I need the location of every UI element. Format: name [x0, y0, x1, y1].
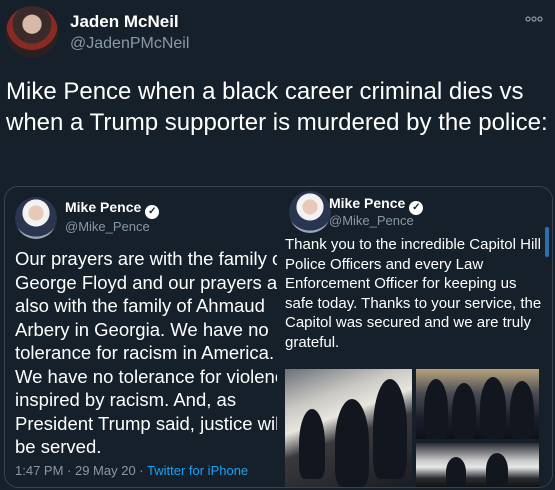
photo-figure: [510, 381, 534, 439]
photo-figure: [446, 457, 466, 487]
photo-figure: [373, 379, 407, 479]
tweet: Jaden McNeil @JadenPMcNeil Mike Pence wh…: [0, 0, 555, 490]
author-avatar[interactable]: [6, 6, 58, 58]
quoted-author-handle[interactable]: @Mike_Pence: [329, 213, 414, 228]
quoted-avatar[interactable]: [15, 197, 57, 239]
photo-figure: [424, 379, 448, 439]
quoted-tweet-card[interactable]: Mike Pence ✓ @Mike_Pence Our prayers are …: [4, 186, 553, 488]
more-icon[interactable]: [525, 10, 543, 28]
photo-figure: [486, 453, 508, 487]
photo-capitol-police[interactable]: [285, 369, 412, 487]
author-handle[interactable]: @JadenPMcNeil: [70, 35, 189, 53]
photo-figure: [335, 399, 369, 487]
verified-badge-icon: ✓: [145, 205, 160, 219]
quoted-timestamp[interactable]: 1:47 PM · 29 May 20 · Twitter for iPhone: [15, 463, 248, 478]
author-name[interactable]: Jaden McNeil: [70, 12, 179, 32]
photo-officers-group[interactable]: [416, 369, 539, 439]
photo-figure: [452, 383, 476, 439]
quoted-author-handle[interactable]: @Mike_Pence: [65, 219, 150, 234]
quoted-tweet-left[interactable]: Mike Pence ✓ @Mike_Pence Our prayers are …: [5, 187, 277, 487]
source-link[interactable]: Twitter for iPhone: [147, 463, 248, 478]
quoted-tweet-text: Our prayers are with the family of Georg…: [15, 248, 277, 457]
photo-figure: [299, 409, 325, 479]
quoted-tweet-text: Thank you to the incredible Capitol Hill…: [285, 236, 542, 351]
quoted-author-name[interactable]: Mike Pence ✓: [329, 195, 424, 215]
photo-figure: [480, 377, 506, 439]
quoted-avatar[interactable]: [289, 191, 331, 233]
photo-police-cars[interactable]: [416, 443, 539, 487]
tweet-text: Mike Pence when a black career criminal …: [6, 78, 548, 136]
quoted-author-name[interactable]: Mike Pence ✓: [65, 199, 160, 219]
